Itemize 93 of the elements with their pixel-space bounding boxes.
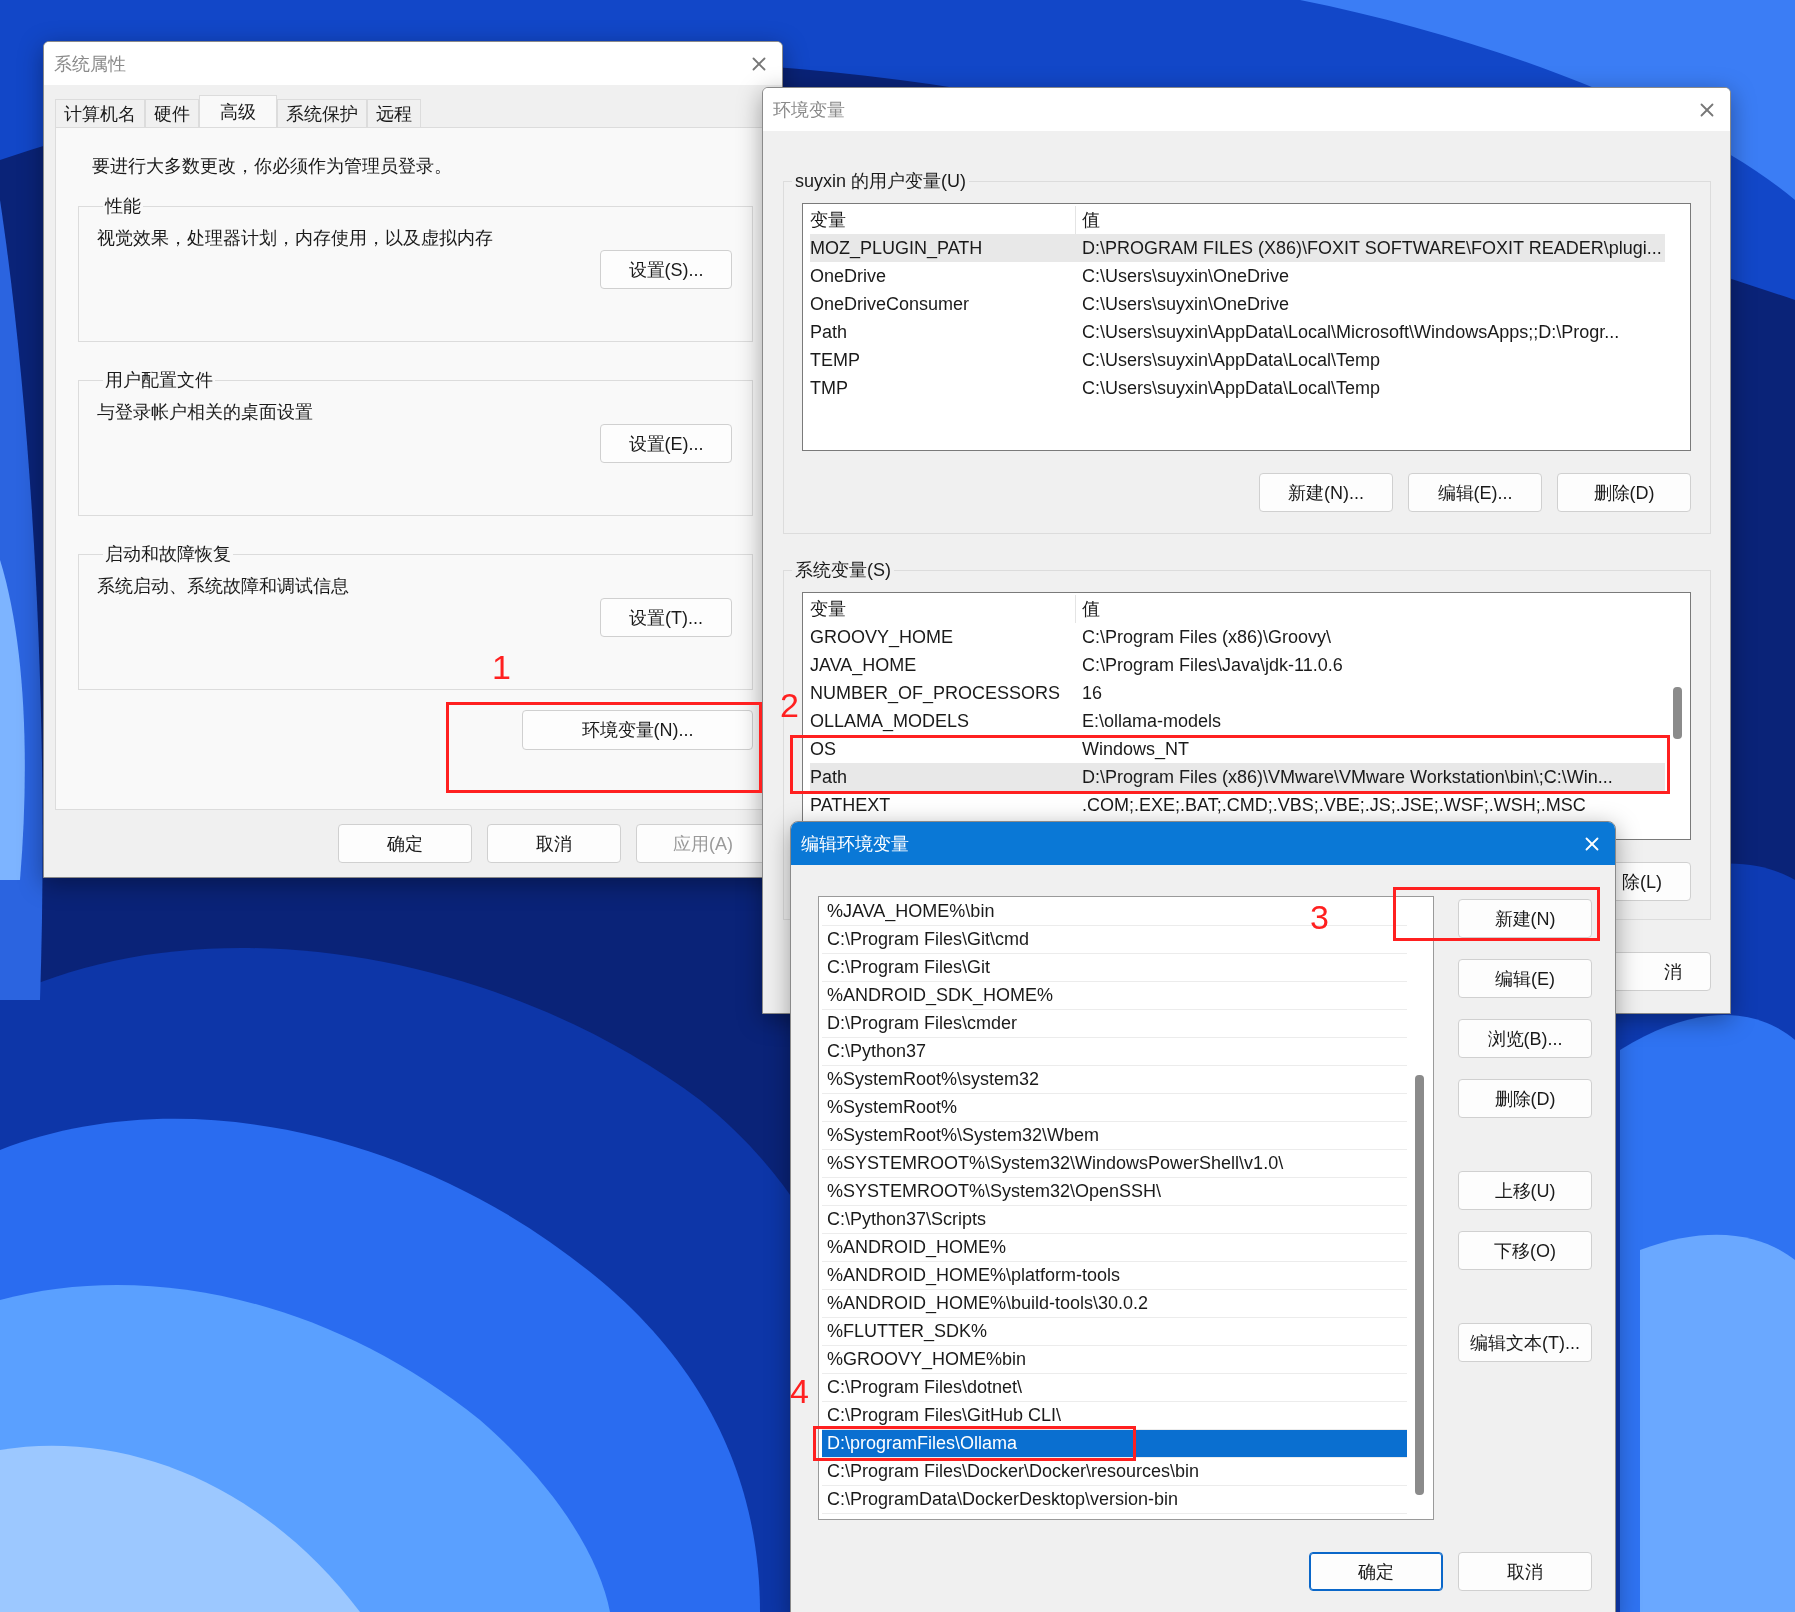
dialog-button[interactable]: 新建(N) xyxy=(1458,899,1592,938)
dialog-button[interactable]: 删除(D) xyxy=(1458,1079,1592,1118)
path-entry[interactable]: %SystemRoot%\System32\Wbem xyxy=(822,1122,1105,1149)
table-cell-text: C:\Users\suyxin\OneDrive xyxy=(1081,293,1291,315)
table-cell-text: OLLAMA_MODELS xyxy=(810,710,971,732)
table-cell-text: Path xyxy=(810,321,849,343)
table-cell-text: JAVA_HOME xyxy=(810,654,918,676)
path-entry[interactable]: C:\Python37\Scripts xyxy=(822,1206,992,1233)
settings-button[interactable]: 设置(T)... xyxy=(600,598,732,637)
table-cell-text: GROOVY_HOME xyxy=(810,626,955,648)
scrollbar xyxy=(1673,687,1682,739)
group-title: 启动和故障恢复 xyxy=(104,543,232,566)
table-cell-text: 16 xyxy=(1081,682,1104,704)
table-row[interactable]: MOZ_PLUGIN_PATH D:\PROGRAM FILES (X86)\FOXIT SOFTWARE\FOXIT READER\plugi... xyxy=(810,234,1665,262)
table-cell-text: C:\Users\suyxin\AppData\Local\Temp xyxy=(1081,349,1382,371)
table-cell-text: C:\Program Files (x86)\Groovy\ xyxy=(1081,626,1333,648)
path-entry[interactable]: C:\Program Files\GitHub CLI\ xyxy=(822,1402,1067,1429)
dialog-button[interactable]: 确定 xyxy=(1309,1552,1443,1591)
dialog-button[interactable]: 新建(N)... xyxy=(1259,473,1393,512)
table-cell-text: D:\Program Files (x86)\VMware\VMware Workstation\bin\;C:\Win... xyxy=(1081,766,1614,788)
path-entry[interactable]: %SYSTEMROOT%\System32\WindowsPowerShell\v1.0\ xyxy=(822,1150,1289,1177)
step-number: 3 xyxy=(1310,900,1329,934)
dialog-button[interactable]: 取消 xyxy=(1458,1552,1592,1591)
table-cell-text: E:\ollama-models xyxy=(1081,710,1223,732)
table-cell-text: TEMP xyxy=(810,349,861,371)
dialog-button[interactable]: 取消 xyxy=(487,824,621,863)
tab[interactable]: 硬件 xyxy=(145,99,199,127)
table-cell-text: C:\Users\suyxin\OneDrive xyxy=(1081,265,1291,287)
path-entry[interactable]: %ANDROID_HOME%\platform-tools xyxy=(822,1262,1126,1289)
group-title: 性能 xyxy=(103,195,142,218)
column-header[interactable]: 值 xyxy=(1076,206,1665,234)
settings-button[interactable]: 设置(S)... xyxy=(600,250,732,289)
path-entry[interactable]: %ANDROID_SDK_HOME% xyxy=(822,982,1059,1009)
tab[interactable]: 高级 xyxy=(199,95,277,127)
path-entry[interactable]: C:\Program Files\Git\cmd xyxy=(822,926,1035,953)
table-row[interactable]: Path D:\Program Files (x86)\VMware\VMware Workstation\bin\;C:\Win... xyxy=(810,763,1665,791)
group-title: suyxin 的用户变量(U) xyxy=(794,170,967,193)
group-title: 系统变量(S) xyxy=(794,559,892,582)
dialog-button[interactable]: 编辑(E)... xyxy=(1408,473,1542,512)
step-number: 1 xyxy=(492,650,511,684)
settings-button[interactable]: 设置(E)... xyxy=(600,424,732,463)
path-entry[interactable]: %FLUTTER_SDK% xyxy=(822,1318,993,1345)
column-header[interactable]: 变量 xyxy=(810,595,1076,623)
table-cell-text: Windows_NT xyxy=(1081,738,1191,760)
path-entry[interactable]: %GROOVY_HOME%bin xyxy=(822,1346,1032,1373)
dialog-button[interactable]: 确定 xyxy=(338,824,472,863)
window-title: 环境变量 xyxy=(773,98,845,122)
path-entry[interactable]: %ANDROID_HOME%\build-tools\30.0.2 xyxy=(822,1290,1154,1317)
table-cell-text: PATHEXT xyxy=(810,794,892,816)
path-entry[interactable]: %JAVA_HOME%\bin xyxy=(822,898,1000,925)
tab[interactable]: 远程 xyxy=(367,99,421,127)
path-entry[interactable]: C:\ProgramData\DockerDesktop\version-bin xyxy=(822,1486,1184,1513)
table-cell-text: D:\PROGRAM FILES (X86)\FOXIT SOFTWARE\FOXIT READER\plugi... xyxy=(1081,237,1663,259)
environment-variables-button[interactable]: 环境变量(N)... xyxy=(522,710,753,750)
path-entry[interactable]: %SystemRoot% xyxy=(822,1094,963,1121)
path-entry[interactable]: %SYSTEMROOT%\System32\OpenSSH\ xyxy=(822,1178,1167,1205)
column-header[interactable]: 值 xyxy=(1076,595,1665,623)
tab[interactable]: 计算机名 xyxy=(55,99,145,127)
group-description: 系统启动、系统故障和调试信息 xyxy=(97,575,350,598)
dialog-button[interactable]: 删除(D) xyxy=(1557,473,1691,512)
path-entry[interactable]: C:\Program Files\dotnet\ xyxy=(822,1374,1028,1401)
dialog-button[interactable]: 浏览(B)... xyxy=(1458,1019,1592,1058)
path-entry[interactable]: D:\programFiles\Ollama xyxy=(822,1430,1407,1457)
group-description: 与登录帐户相关的桌面设置 xyxy=(97,401,314,424)
table-cell-text: OneDriveConsumer xyxy=(810,293,971,315)
table-cell-text: MOZ_PLUGIN_PATH xyxy=(810,237,984,259)
table-cell-text: OS xyxy=(810,738,837,760)
path-entry[interactable]: C:\Program Files\Docker\Docker\resources\bin xyxy=(822,1458,1205,1485)
window-title: 系统属性 xyxy=(54,52,126,76)
group-title: 用户配置文件 xyxy=(104,369,214,392)
path-entry[interactable]: D:\Program Files\cmder xyxy=(822,1010,1023,1037)
table-cell-text: TMP xyxy=(810,377,849,399)
tab[interactable]: 系统保护 xyxy=(277,99,367,127)
table-cell-text: C:\Users\suyxin\AppData\Local\Microsoft\WindowsApps;;D:\Progr... xyxy=(1081,321,1621,343)
table-cell-text: C:\Program Files\Java\jdk-11.0.6 xyxy=(1081,654,1344,676)
table-cell-text: NUMBER_OF_PROCESSORS xyxy=(810,682,1062,704)
path-entry[interactable]: C:\Program Files\Git xyxy=(822,954,996,981)
notice-text: 要进行大多数更改，你必须作为管理员登录。 xyxy=(92,155,453,178)
dialog-button[interactable]: 编辑(E) xyxy=(1458,959,1592,998)
path-entry[interactable]: %ANDROID_HOME% xyxy=(822,1234,1012,1261)
table-cell-text: C:\Users\suyxin\AppData\Local\Temp xyxy=(1081,377,1382,399)
path-entry[interactable]: %SystemRoot%\system32 xyxy=(822,1066,1045,1093)
group-description: 视觉效果，处理器计划，内存使用，以及虚拟内存 xyxy=(97,227,494,250)
dialog-button[interactable]: 编辑文本(T)... xyxy=(1458,1323,1592,1362)
path-entry[interactable]: C:\Python37 xyxy=(822,1038,932,1065)
window-title: 编辑环境变量 xyxy=(801,832,909,856)
step-number: 4 xyxy=(790,1374,809,1408)
step-number: 2 xyxy=(780,688,799,722)
table-cell-text: .COM;.EXE;.BAT;.CMD;.VBS;.VBE;.JS;.JSE;.WSF;.WSH;.MSC xyxy=(1081,794,1587,816)
dialog-button[interactable]: 上移(U) xyxy=(1458,1171,1592,1210)
table-cell-text: OneDrive xyxy=(810,265,888,287)
dialog-button[interactable]: 下移(O) xyxy=(1458,1231,1592,1270)
table-cell-text: Path xyxy=(810,766,849,788)
